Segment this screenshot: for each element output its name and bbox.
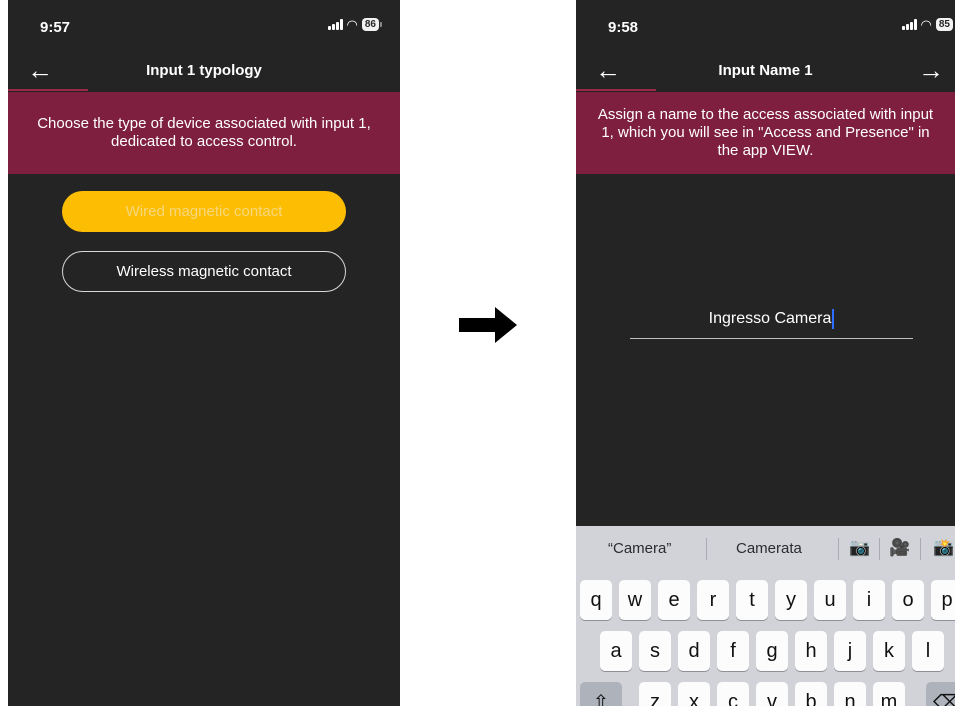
suggestion-item[interactable]: “Camera” [608,540,671,557]
on-screen-keyboard: “Camera” Camerata 📷 🎥 📸 qwertyuiop asdfg… [576,526,955,706]
key-d[interactable]: d [678,631,710,671]
key-c[interactable]: c [717,682,749,706]
key-t[interactable]: t [736,580,768,620]
back-arrow-icon[interactable]: ← [588,56,628,88]
delete-key-icon[interactable]: ⌫ [926,682,955,706]
suggestion-divider [838,538,839,560]
option-wireless-magnetic-contact[interactable]: Wireless magnetic contact [62,251,346,292]
right-phone-screen: 9:58 ◠ 85 ← Input Name 1 → Assign a name… [576,0,955,706]
nav-underline [8,89,88,91]
key-w[interactable]: w [619,580,651,620]
left-phone-screen: 9:57 ◠ 86 ← Input 1 typology Choose the … [8,0,400,706]
text-caret [832,308,835,329]
key-r[interactable]: r [697,580,729,620]
keyboard-row-3: ⇧ ⌫ zxcvbnm [576,682,955,706]
status-icons: ◠ 86 [327,17,382,32]
key-a[interactable]: a [600,631,632,671]
page-title: Input Name 1 [718,62,813,79]
suggestion-item[interactable]: Camerata [736,540,802,557]
key-g[interactable]: g [756,631,788,671]
battery-tip [380,22,382,27]
page-title: Input 1 typology [146,62,262,79]
nav-underline [576,89,656,91]
signal-icon [327,19,343,30]
key-p[interactable]: p [931,580,955,620]
option-wired-magnetic-contact[interactable]: Wired magnetic contact [62,191,346,232]
wifi-icon: ◠ [920,17,932,32]
instruction-banner: Choose the type of device associated wit… [8,92,400,174]
camera-flash-emoji-icon[interactable]: 📸 [933,538,954,558]
key-i[interactable]: i [853,580,885,620]
key-o[interactable]: o [892,580,924,620]
suggestion-bar: “Camera” Camerata 📷 🎥 📸 [576,526,955,576]
back-arrow-icon[interactable]: ← [20,56,60,88]
shift-key-icon[interactable]: ⇧ [580,682,622,706]
status-icons: ◠ 85 [901,17,953,32]
arrow-right-icon [459,307,517,348]
nav-bar: ← Input Name 1 → [576,56,955,92]
key-s[interactable]: s [639,631,671,671]
key-l[interactable]: l [912,631,944,671]
key-j[interactable]: j [834,631,866,671]
key-q[interactable]: q [580,580,612,620]
key-e[interactable]: e [658,580,690,620]
banner-text: Assign a name to the access associated w… [597,106,934,159]
key-z[interactable]: z [639,682,671,706]
status-time: 9:58 [608,19,639,36]
key-n[interactable]: n [834,682,866,706]
status-time: 9:57 [40,19,71,36]
input-value: Ingresso Camera [708,310,832,327]
input-name-field-wrap: Ingresso Camera [630,300,913,339]
status-bar: 9:57 ◠ 86 [8,0,400,48]
instruction-banner: Assign a name to the access associated w… [576,92,955,174]
status-bar: 9:58 ◠ 85 [576,0,955,48]
suggestion-divider [920,538,921,560]
key-b[interactable]: b [795,682,827,706]
key-m[interactable]: m [873,682,905,706]
key-h[interactable]: h [795,631,827,671]
forward-arrow-icon[interactable]: → [911,56,951,88]
key-v[interactable]: v [756,682,788,706]
key-u[interactable]: u [814,580,846,620]
option-label: Wireless magnetic contact [116,263,292,280]
video-camera-emoji-icon[interactable]: 🎥 [889,538,910,558]
key-k[interactable]: k [873,631,905,671]
wifi-icon: ◠ [346,17,358,32]
banner-text: Choose the type of device associated wit… [37,115,371,150]
suggestion-divider [879,538,880,560]
option-label: Wired magnetic contact [125,203,283,220]
keyboard-row-1: qwertyuiop [576,580,955,620]
key-x[interactable]: x [678,682,710,706]
signal-icon [901,19,917,30]
suggestion-divider [706,538,707,560]
nav-bar: ← Input 1 typology [8,56,400,92]
key-f[interactable]: f [717,631,749,671]
battery-icon: 85 [935,18,953,31]
camera-emoji-icon[interactable]: 📷 [849,538,870,558]
battery-icon: 86 [361,18,379,31]
keyboard-row-2: asdfghjkl [576,631,955,671]
input-name-field[interactable]: Ingresso Camera [630,300,913,339]
key-y[interactable]: y [775,580,807,620]
